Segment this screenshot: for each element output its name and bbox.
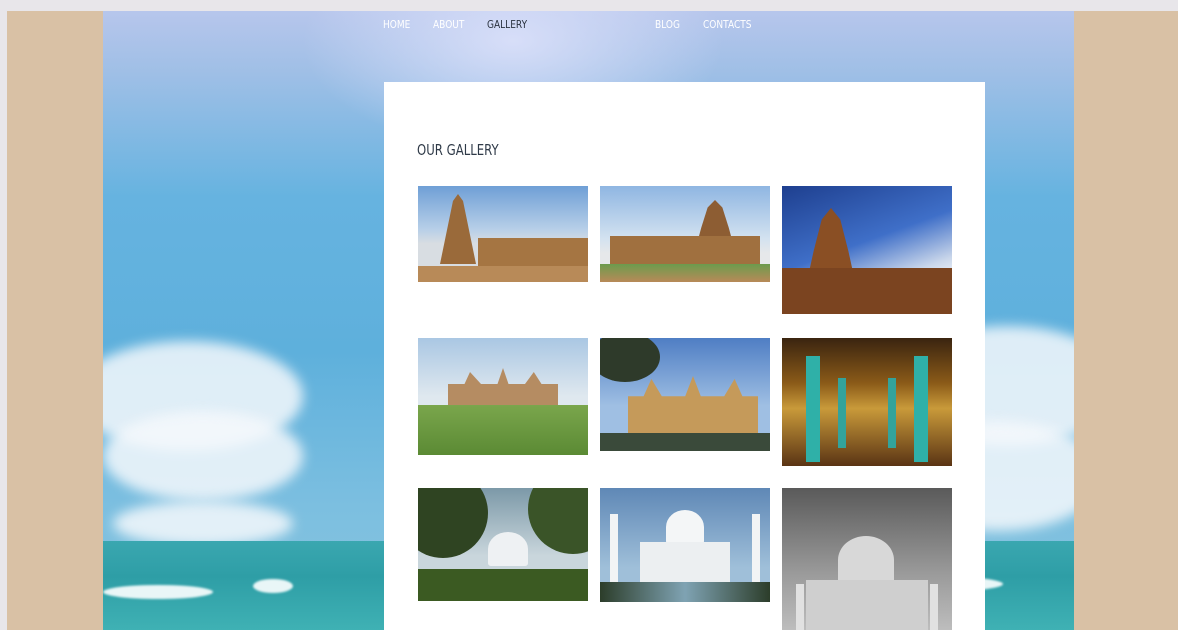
gallery-image-taj-2[interactable] — [600, 488, 770, 602]
ground — [418, 405, 588, 455]
dome-shape — [488, 532, 528, 566]
minaret-shape — [930, 584, 938, 630]
wave — [103, 585, 213, 599]
dome-shape — [838, 536, 894, 584]
nav-item-home[interactable]: HOME — [383, 18, 410, 31]
gallery-image-temple-2[interactable] — [600, 186, 770, 282]
gallery-image-palace-2[interactable] — [600, 338, 770, 451]
temple-wall-shape — [478, 238, 588, 268]
temple-wall-shape — [610, 236, 760, 264]
nav-item-contacts[interactable]: CONTACTS — [703, 18, 752, 31]
ground — [600, 433, 770, 451]
taj-base-shape — [806, 580, 928, 630]
hero-background: HOME ABOUT GALLERY BLOG CONTACTS OUR GAL… — [103, 11, 1074, 630]
gallery-image-taj-1[interactable] — [418, 488, 588, 601]
gallery-image-palace-1[interactable] — [418, 338, 588, 455]
gallery-card: OUR GALLERY — [384, 82, 985, 630]
gallery-image-temple-1[interactable] — [418, 186, 588, 282]
palace-shape — [448, 368, 558, 408]
tree-shape — [418, 488, 488, 558]
palace-shape — [628, 376, 758, 434]
minaret-shape — [610, 514, 618, 584]
taj-base-shape — [640, 542, 730, 582]
top-nav: HOME ABOUT GALLERY BLOG CONTACTS — [103, 11, 1074, 45]
temple-tower-shape — [440, 194, 476, 264]
pillar-shape — [838, 378, 846, 448]
dome-shape — [666, 510, 704, 544]
wave — [253, 579, 293, 593]
gallery-image-temple-3[interactable] — [782, 186, 952, 314]
pillar-shape — [914, 356, 928, 462]
gallery-image-taj-3[interactable] — [782, 488, 952, 630]
ground — [600, 582, 770, 602]
pillar-shape — [888, 378, 896, 448]
nav-item-blog[interactable]: BLOG — [655, 18, 680, 31]
cloud — [113, 501, 293, 546]
ground — [600, 264, 770, 282]
minaret-shape — [752, 514, 760, 584]
ground — [418, 266, 588, 282]
tree-shape — [600, 338, 660, 382]
nav-item-about[interactable]: ABOUT — [433, 18, 464, 31]
tree-shape — [528, 488, 588, 554]
minaret-shape — [796, 584, 804, 630]
nav-item-gallery[interactable]: GALLERY — [487, 18, 527, 31]
page: HOME ABOUT GALLERY BLOG CONTACTS OUR GAL… — [7, 11, 1178, 630]
page-title: OUR GALLERY — [417, 141, 499, 159]
temple-wall-shape — [782, 268, 952, 314]
ground — [418, 569, 588, 601]
pillar-shape — [806, 356, 820, 462]
gallery-image-palace-hall[interactable] — [782, 338, 952, 466]
cloud — [103, 411, 303, 501]
